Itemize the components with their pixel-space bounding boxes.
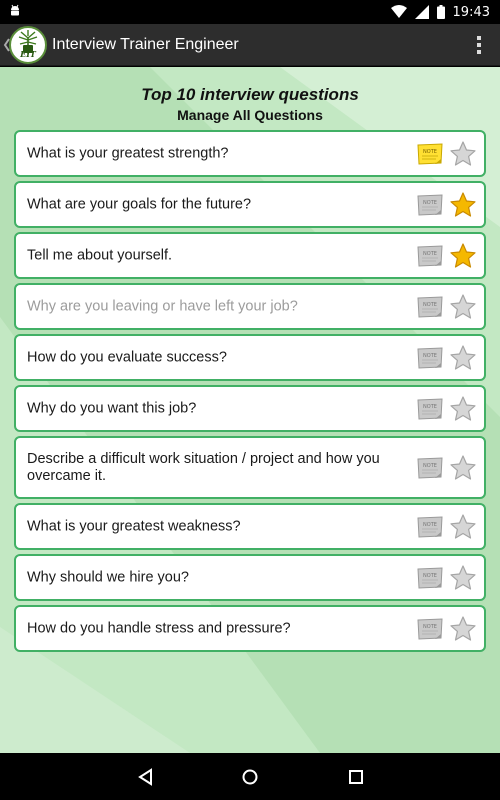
question-text: Why do you want this job?	[27, 400, 197, 416]
question-text: Why should we hire you?	[27, 569, 189, 585]
main-content: Top 10 interview questions Manage All Qu…	[0, 67, 500, 753]
navigation-bar	[0, 753, 500, 800]
note-icon[interactable]: NOTE	[417, 346, 443, 369]
question-row[interactable]: Tell me about yourself. NOTE	[14, 232, 486, 279]
app-logo[interactable]: EIT	[9, 26, 47, 64]
action-bar: EIT Interview Trainer Engineer	[0, 24, 500, 66]
manage-questions-link[interactable]: Manage All Questions	[0, 105, 500, 125]
svg-text:NOTE: NOTE	[423, 463, 437, 469]
question-text: How do you evaluate success?	[27, 349, 227, 365]
question-text: What is your greatest strength?	[27, 145, 229, 161]
note-icon[interactable]: NOTE	[417, 397, 443, 420]
star-empty-icon[interactable]	[449, 454, 477, 482]
note-icon[interactable]: NOTE	[417, 295, 443, 318]
recents-icon[interactable]	[346, 767, 366, 787]
question-row[interactable]: How do you evaluate success? NOTE	[14, 334, 486, 381]
android-icon	[11, 4, 19, 16]
back-icon[interactable]	[136, 767, 156, 787]
star-empty-icon[interactable]	[449, 564, 477, 592]
question-row[interactable]: Why do you want this job? NOTE	[14, 385, 486, 432]
star-empty-icon[interactable]	[449, 140, 477, 168]
star-filled-icon[interactable]	[449, 242, 477, 270]
logo-text: EIT	[20, 49, 36, 59]
star-empty-icon[interactable]	[449, 615, 477, 643]
status-bar: 19:43	[0, 0, 500, 24]
question-text: Why are you leaving or have left your jo…	[27, 298, 298, 314]
question-text: What is your greatest weakness?	[27, 518, 241, 534]
home-icon[interactable]	[240, 767, 260, 787]
page-header: Top 10 interview questions Manage All Qu…	[0, 85, 500, 125]
star-filled-icon[interactable]	[449, 191, 477, 219]
svg-text:NOTE: NOTE	[423, 251, 437, 257]
star-empty-icon[interactable]	[449, 293, 477, 321]
svg-text:NOTE: NOTE	[423, 353, 437, 359]
battery-icon	[436, 5, 445, 19]
question-text: What are your goals for the future?	[27, 196, 252, 212]
question-text: How do you handle stress and pressure?	[27, 620, 291, 636]
question-row[interactable]: Describe a difficult work situation / pr…	[14, 436, 486, 499]
question-text: Describe a difficult work situation / pr…	[27, 450, 380, 484]
svg-text:NOTE: NOTE	[423, 573, 437, 579]
clock: 19:43	[452, 4, 490, 20]
question-row[interactable]: What are your goals for the future? NOTE	[14, 181, 486, 228]
star-empty-icon[interactable]	[449, 395, 477, 423]
note-icon[interactable]: NOTE	[417, 515, 443, 538]
note-icon[interactable]: NOTE	[417, 193, 443, 216]
question-row[interactable]: Why are you leaving or have left your jo…	[14, 283, 486, 330]
svg-text:NOTE: NOTE	[423, 200, 437, 206]
overflow-menu-icon[interactable]	[476, 36, 482, 54]
page-title: Top 10 interview questions	[141, 85, 359, 104]
note-icon[interactable]: NOTE	[417, 566, 443, 589]
svg-text:NOTE: NOTE	[423, 624, 437, 630]
svg-text:NOTE: NOTE	[423, 302, 437, 308]
question-row[interactable]: What is your greatest weakness? NOTE	[14, 503, 486, 550]
svg-text:NOTE: NOTE	[423, 149, 437, 155]
svg-text:NOTE: NOTE	[423, 404, 437, 410]
question-text: Tell me about yourself.	[27, 247, 173, 263]
question-list: What is your greatest strength? NOTE What …	[14, 130, 486, 656]
app-title: Interview Trainer Engineer	[52, 36, 239, 53]
note-icon[interactable]: NOTE	[417, 617, 443, 640]
note-icon[interactable]: NOTE	[417, 142, 443, 165]
note-icon[interactable]: NOTE	[417, 456, 443, 479]
star-empty-icon[interactable]	[449, 344, 477, 372]
question-row[interactable]: Why should we hire you? NOTE	[14, 554, 486, 601]
wifi-icon	[390, 5, 407, 18]
note-icon[interactable]: NOTE	[417, 244, 443, 267]
question-row[interactable]: How do you handle stress and pressure? NO…	[14, 605, 486, 652]
signal-icon	[414, 5, 429, 19]
svg-text:NOTE: NOTE	[423, 522, 437, 528]
question-row[interactable]: What is your greatest strength? NOTE	[14, 130, 486, 177]
star-empty-icon[interactable]	[449, 513, 477, 541]
